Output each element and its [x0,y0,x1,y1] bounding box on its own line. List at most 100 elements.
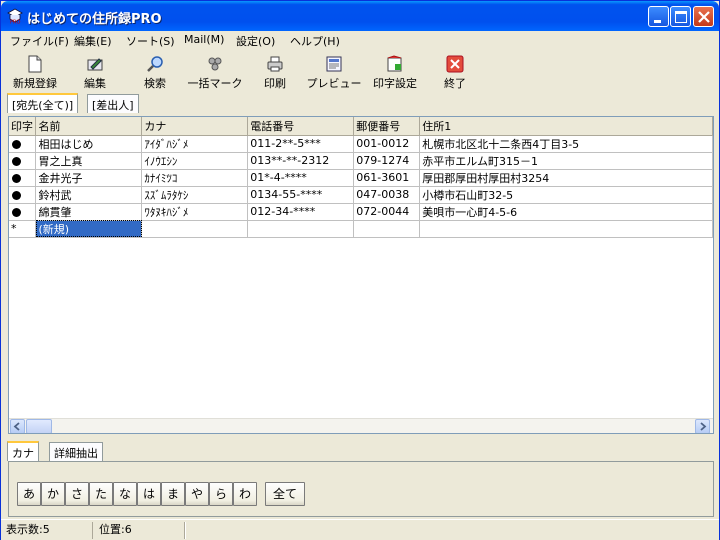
kana-filter-panel: あ か さ た な は ま や ら わ 全て [8,461,714,517]
empty-cell[interactable] [247,220,355,238]
address-cell[interactable]: 小樽市石山町32-5 [419,186,713,204]
tab-detail-filter[interactable]: 詳細抽出 [49,442,103,461]
edit-icon [86,55,104,73]
print-mark-cell[interactable] [9,169,37,187]
title-bar[interactable]: PRO はじめての住所録PRO [1,1,719,31]
kana-cell[interactable]: ｽｽﾞﾑﾗﾀｹｼ [141,186,249,204]
address-cell[interactable]: 美唄市一心町4-5-6 [419,203,713,221]
bulk-mark-button[interactable]: 一括マーク [185,53,245,91]
menu-help[interactable]: ヘルプ(H) [290,33,340,49]
print-mark-cell[interactable] [9,152,37,170]
tab-kana[interactable]: カナ [7,441,39,461]
print-mark-dot-icon [12,156,21,166]
address-grid[interactable]: 印字 名前 カナ 電話番号 郵便番号 住所1 相田はじめ ｱｲﾀﾞﾊｼﾞﾒ 01… [8,116,714,434]
kana-button-ma[interactable]: ま [161,482,185,506]
menu-sort[interactable]: ソート(S) [126,33,175,49]
menu-file[interactable]: ファイル(F) [10,33,69,49]
kana-button-ya[interactable]: や [185,482,209,506]
exit-label: 終了 [444,77,466,90]
name-cell[interactable]: 鈴村武 [35,186,143,204]
table-row[interactable]: 綿貫肇 ﾜﾀﾇｷﾊｼﾞﾒ 012-34-**** 072-0044 美唄市一心町… [9,203,713,221]
phone-cell[interactable]: 013**-**-2312 [247,152,355,170]
print-settings-button[interactable]: 印字設定 [367,53,423,91]
scroll-left-button[interactable] [10,419,25,433]
tab-sender[interactable]: [差出人] [87,94,139,113]
kana-button-a[interactable]: あ [17,482,41,506]
search-button[interactable]: 検索 [133,53,177,91]
zip-cell[interactable]: 061-3601 [353,169,421,187]
empty-cell[interactable] [419,220,713,238]
name-cell[interactable]: 胃之上真 [35,152,143,170]
name-cell[interactable]: 相田はじめ [35,135,143,153]
kana-cell[interactable]: ﾜﾀﾇｷﾊｼﾞﾒ [141,203,249,221]
phone-cell[interactable]: 012-34-**** [247,203,355,221]
column-header-zip[interactable]: 郵便番号 [353,117,421,136]
column-header-kana[interactable]: カナ [141,117,249,136]
scroll-right-button[interactable] [695,419,710,433]
kana-button-na[interactable]: な [113,482,137,506]
name-cell[interactable]: 金井光子 [35,169,143,187]
new-row[interactable]: * (新規) [9,220,713,238]
zip-cell[interactable]: 079-1274 [353,152,421,170]
address-cell[interactable]: 札幌市北区北十二条西4丁目3-5 [419,135,713,153]
zip-cell[interactable]: 047-0038 [353,186,421,204]
edit-button[interactable]: 編集 [73,53,117,91]
column-header-phone[interactable]: 電話番号 [247,117,355,136]
new-entry-button[interactable]: 新規登録 [7,53,63,91]
kana-button-ha[interactable]: は [137,482,161,506]
print-button[interactable]: 印刷 [253,53,297,91]
empty-cell[interactable] [353,220,421,238]
print-mark-cell[interactable] [9,203,37,221]
print-mark-dot-icon [12,139,21,149]
print-mark-cell[interactable] [9,135,37,153]
name-cell[interactable]: 綿貫肇 [35,203,143,221]
kana-cell[interactable]: ｲﾉｳｴｼﾝ [141,152,249,170]
kana-button-ka[interactable]: か [41,482,65,506]
menu-edit[interactable]: 編集(E) [74,33,112,49]
kana-button-ra[interactable]: ら [209,482,233,506]
zip-cell[interactable]: 072-0044 [353,203,421,221]
kana-cell[interactable]: ｶﾅｲﾐﾂｺ [141,169,249,187]
all-button[interactable]: 全て [265,482,305,506]
scrollbar-thumb[interactable] [26,419,52,433]
close-button[interactable] [693,6,714,27]
kana-cell[interactable]: ｱｲﾀﾞﾊｼﾞﾒ [141,135,249,153]
column-header-name[interactable]: 名前 [35,117,143,136]
preview-label: プレビュー [306,77,362,90]
phone-cell[interactable]: 011-2**-5*** [247,135,355,153]
table-row[interactable]: 相田はじめ ｱｲﾀﾞﾊｼﾞﾒ 011-2**-5*** 001-0012 札幌市… [9,135,713,153]
maximize-button[interactable] [670,6,691,27]
horizontal-scrollbar[interactable] [9,418,713,433]
preview-button[interactable]: プレビュー [303,53,365,91]
exit-button[interactable]: 終了 [433,53,477,91]
column-header-print[interactable]: 印字 [9,117,37,136]
print-mark-cell[interactable] [9,186,37,204]
kana-button-sa[interactable]: さ [65,482,89,506]
kana-button-ta[interactable]: た [89,482,113,506]
kana-button-wa[interactable]: わ [233,482,257,506]
new-entry-label: 新規登録 [13,77,57,90]
bulk-mark-icon [206,55,224,73]
zip-cell[interactable]: 001-0012 [353,135,421,153]
menu-mail[interactable]: Mail(M) [184,33,224,46]
column-header-address[interactable]: 住所1 [419,117,713,136]
phone-cell[interactable]: 01*-4-**** [247,169,355,187]
table-row[interactable]: 鈴村武 ｽｽﾞﾑﾗﾀｹｼ 0134-55-**** 047-0038 小樽市石山… [9,186,713,204]
empty-cell[interactable] [141,220,249,238]
new-entry-cell[interactable]: (新規) [35,220,143,238]
status-bar: 表示数:5 位置:6 [1,519,719,540]
toolbar: 新規登録 編集 検索 一括マーク 印刷 プレビュー 印字設定 終了 [1,51,719,93]
menu-settings[interactable]: 設定(O) [236,33,275,49]
print-label: 印刷 [264,77,286,90]
status-position: 位置:6 [93,522,185,539]
main-window: PRO はじめての住所録PRO ファイル(F) 編集(E) ソート(S) Mai… [0,0,720,540]
bulk-mark-label: 一括マーク [187,77,243,90]
minimize-button[interactable] [648,6,669,27]
address-cell[interactable]: 赤平市エルム町315－1 [419,152,713,170]
menu-bar: ファイル(F) 編集(E) ソート(S) Mail(M) 設定(O) ヘルプ(H… [1,31,719,50]
phone-cell[interactable]: 0134-55-**** [247,186,355,204]
table-row[interactable]: 胃之上真 ｲﾉｳｴｼﾝ 013**-**-2312 079-1274 赤平市エル… [9,152,713,170]
address-cell[interactable]: 厚田郡厚田村厚田村3254 [419,169,713,187]
table-row[interactable]: 金井光子 ｶﾅｲﾐﾂｺ 01*-4-**** 061-3601 厚田郡厚田村厚田… [9,169,713,187]
tab-recipients-all[interactable]: [宛先(全て)] [7,93,79,113]
